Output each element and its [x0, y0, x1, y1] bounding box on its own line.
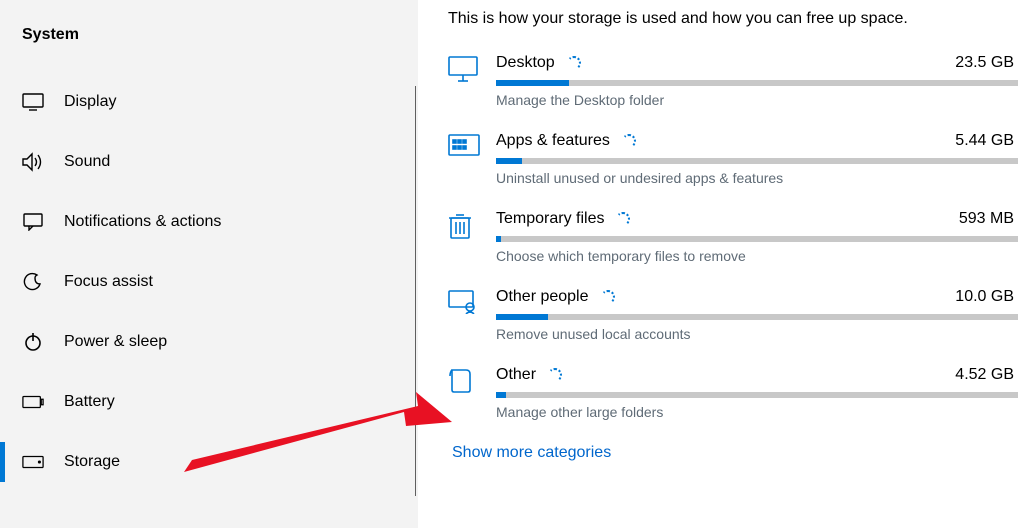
storage-category-other[interactable]: Other 4.52 GB Manage other large folders — [448, 366, 1024, 420]
storage-icon — [22, 451, 44, 473]
category-size: 4.52 GB — [955, 366, 1018, 384]
loading-spinner-icon — [601, 290, 615, 304]
category-title: Temporary files — [496, 210, 604, 228]
sidebar-item-display[interactable]: Display — [0, 72, 418, 132]
battery-icon — [22, 391, 44, 413]
sidebar-item-storage[interactable]: Storage — [0, 432, 418, 492]
sidebar-item-label: Battery — [64, 393, 115, 411]
sidebar-scrollbar[interactable] — [415, 86, 416, 496]
category-title: Other — [496, 366, 536, 384]
focus-icon — [22, 271, 44, 293]
usage-bar-fill — [496, 158, 522, 164]
people-icon — [448, 288, 496, 314]
usage-bar-fill — [496, 392, 506, 398]
storage-category-people[interactable]: Other people 10.0 GB Remove unused local… — [448, 288, 1024, 342]
display-icon — [22, 91, 44, 113]
category-subtitle: Uninstall unused or undesired apps & fea… — [496, 170, 1018, 186]
category-size: 23.5 GB — [955, 54, 1018, 72]
storage-category-desktop[interactable]: Desktop 23.5 GB Manage the Desktop folde… — [448, 54, 1024, 108]
category-title: Other people — [496, 288, 589, 306]
loading-spinner-icon — [616, 212, 630, 226]
sidebar-item-focus[interactable]: Focus assist — [0, 252, 418, 312]
trash-icon — [448, 210, 496, 240]
category-subtitle: Manage the Desktop folder — [496, 92, 1018, 108]
folder-icon — [448, 366, 496, 394]
storage-category-temp[interactable]: Temporary files 593 MB Choose which temp… — [448, 210, 1024, 264]
loading-spinner-icon — [567, 56, 581, 70]
category-subtitle: Remove unused local accounts — [496, 326, 1018, 342]
sidebar-item-label: Sound — [64, 153, 110, 171]
desktop-icon — [448, 54, 496, 82]
intro-text: This is how your storage is used and how… — [448, 10, 1024, 28]
usage-bar-fill — [496, 80, 569, 86]
sidebar-heading: System — [0, 18, 418, 72]
apps-icon — [448, 132, 496, 156]
category-title: Apps & features — [496, 132, 610, 150]
notifications-icon — [22, 211, 44, 233]
settings-sidebar: System Display Sound Notifications & act… — [0, 0, 418, 528]
sidebar-item-label: Focus assist — [64, 273, 153, 291]
power-icon — [22, 331, 44, 353]
sidebar-item-power[interactable]: Power & sleep — [0, 312, 418, 372]
usage-bar — [496, 314, 1018, 320]
sidebar-item-notifications[interactable]: Notifications & actions — [0, 192, 418, 252]
usage-bar-fill — [496, 314, 548, 320]
sidebar-item-label: Display — [64, 93, 116, 111]
usage-bar — [496, 80, 1018, 86]
category-subtitle: Choose which temporary files to remove — [496, 248, 1018, 264]
show-more-link[interactable]: Show more categories — [452, 444, 1024, 462]
category-size: 593 MB — [959, 210, 1018, 228]
category-size: 10.0 GB — [955, 288, 1018, 306]
storage-category-apps[interactable]: Apps & features 5.44 GB Uninstall unused… — [448, 132, 1024, 186]
usage-bar — [496, 236, 1018, 242]
category-subtitle: Manage other large folders — [496, 404, 1018, 420]
category-size: 5.44 GB — [955, 132, 1018, 150]
sidebar-item-battery[interactable]: Battery — [0, 372, 418, 432]
loading-spinner-icon — [622, 134, 636, 148]
sidebar-item-label: Storage — [64, 453, 120, 471]
sidebar-item-label: Notifications & actions — [64, 213, 221, 231]
loading-spinner-icon — [548, 368, 562, 382]
sound-icon — [22, 151, 44, 173]
usage-bar-fill — [496, 236, 501, 242]
sidebar-item-label: Power & sleep — [64, 333, 167, 351]
usage-bar — [496, 392, 1018, 398]
category-title: Desktop — [496, 54, 555, 72]
usage-bar — [496, 158, 1018, 164]
storage-panel: This is how your storage is used and how… — [418, 0, 1024, 528]
sidebar-item-sound[interactable]: Sound — [0, 132, 418, 192]
